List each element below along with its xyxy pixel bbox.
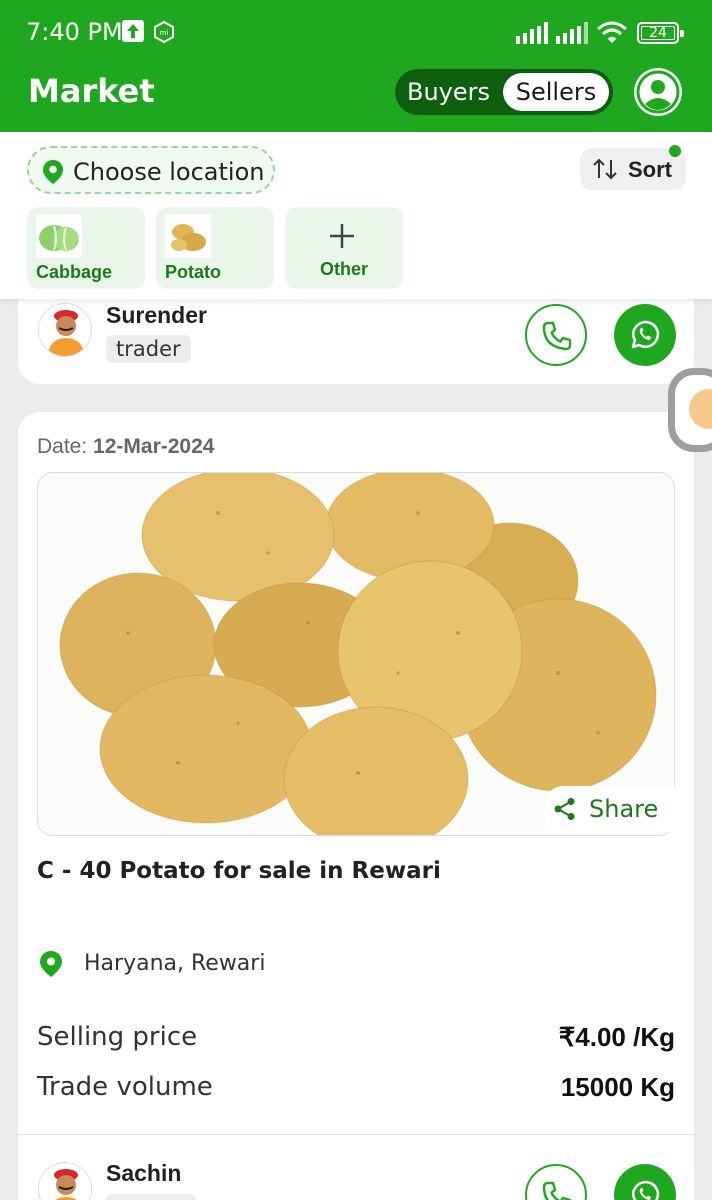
avatar [38,303,92,357]
svg-text:mi: mi [160,29,169,37]
buyers-sellers-toggle[interactable]: Buyers Sellers [395,69,613,115]
whatsapp-button[interactable] [614,1164,676,1200]
status-time: 7:40 PM [26,18,123,46]
sort-button[interactable]: Sort [580,145,686,190]
date-label: Date: [37,435,88,458]
wifi-icon [596,20,628,44]
call-button[interactable] [525,1164,587,1200]
price-row: Selling price ₹4.00 /Kg [37,1022,675,1058]
share-icon [554,798,575,820]
phone-icon [542,1181,572,1200]
signal-icon [516,22,550,44]
phone-icon [542,321,572,351]
volume-label: Trade volume [37,1072,213,1102]
volume-row: Trade volume 15000 Kg [37,1072,675,1108]
listing-date: Date: 12-Mar-2024 [37,435,214,459]
call-button[interactable] [525,304,587,366]
sellers-tab[interactable]: Sellers [503,73,609,111]
whatsapp-button[interactable] [614,304,676,366]
whatsapp-icon [631,320,660,349]
plus-icon [330,224,354,248]
seller-tag [106,1194,196,1200]
signal-icon-2 [556,22,590,44]
filter-bar: Choose location Sort Cabbage Potato Othe… [0,132,712,299]
listing-title: C - 40 Potato for sale in Rewari [37,858,441,884]
location-pin-icon [40,951,62,977]
avatar [38,1162,92,1200]
account-circle-icon[interactable] [634,68,682,116]
share-label: Share [589,795,659,823]
choose-location-button[interactable]: Choose location [27,146,275,194]
whatsapp-icon [631,1180,660,1200]
location-text: Haryana, Rewari [84,951,266,976]
volume-value: 15000 Kg [560,1072,675,1102]
chip-other[interactable]: Other [285,207,403,289]
cabbage-image [36,214,82,258]
battery-icon: 24 [637,22,684,44]
seller-name: Sachin [106,1160,182,1186]
mi-icon: mi [152,20,176,44]
chip-label: Potato [165,262,221,282]
date-value: 12-Mar-2024 [93,435,215,458]
sort-label: Sort [628,157,672,182]
share-button[interactable]: Share [545,786,675,832]
price-value: ₹4.00 /Kg [558,1022,675,1052]
battery-level: 24 [641,26,675,40]
floating-assistant-icon [689,389,712,429]
chip-cabbage[interactable]: Cabbage [27,207,145,289]
floating-assistant-button[interactable] [668,368,712,452]
product-image[interactable] [37,472,675,836]
buyers-tab[interactable]: Buyers [407,73,490,111]
location-label: Choose location [73,158,265,186]
potato-image [165,214,211,258]
upload-notification-icon [122,20,144,42]
seller-name: Surender [106,302,207,328]
sort-icon [593,158,617,180]
seller-tag: trader [106,335,191,363]
chip-label: Other [319,259,368,279]
sort-active-dot [669,145,681,157]
page-title: Market [28,72,155,110]
status-bar: 7:40 PM mi 24 [0,0,712,66]
location-pin-icon [43,160,63,184]
listing-card[interactable]: Date: 12-Mar-2024 Share C - 40 Potato fo… [18,412,694,1200]
chip-label: Cabbage [36,262,113,282]
app-bar: 7:40 PM mi 24 Market Buyers Sellers [0,0,712,132]
divider [18,1134,694,1135]
chip-potato[interactable]: Potato [156,207,274,289]
price-label: Selling price [37,1022,198,1052]
